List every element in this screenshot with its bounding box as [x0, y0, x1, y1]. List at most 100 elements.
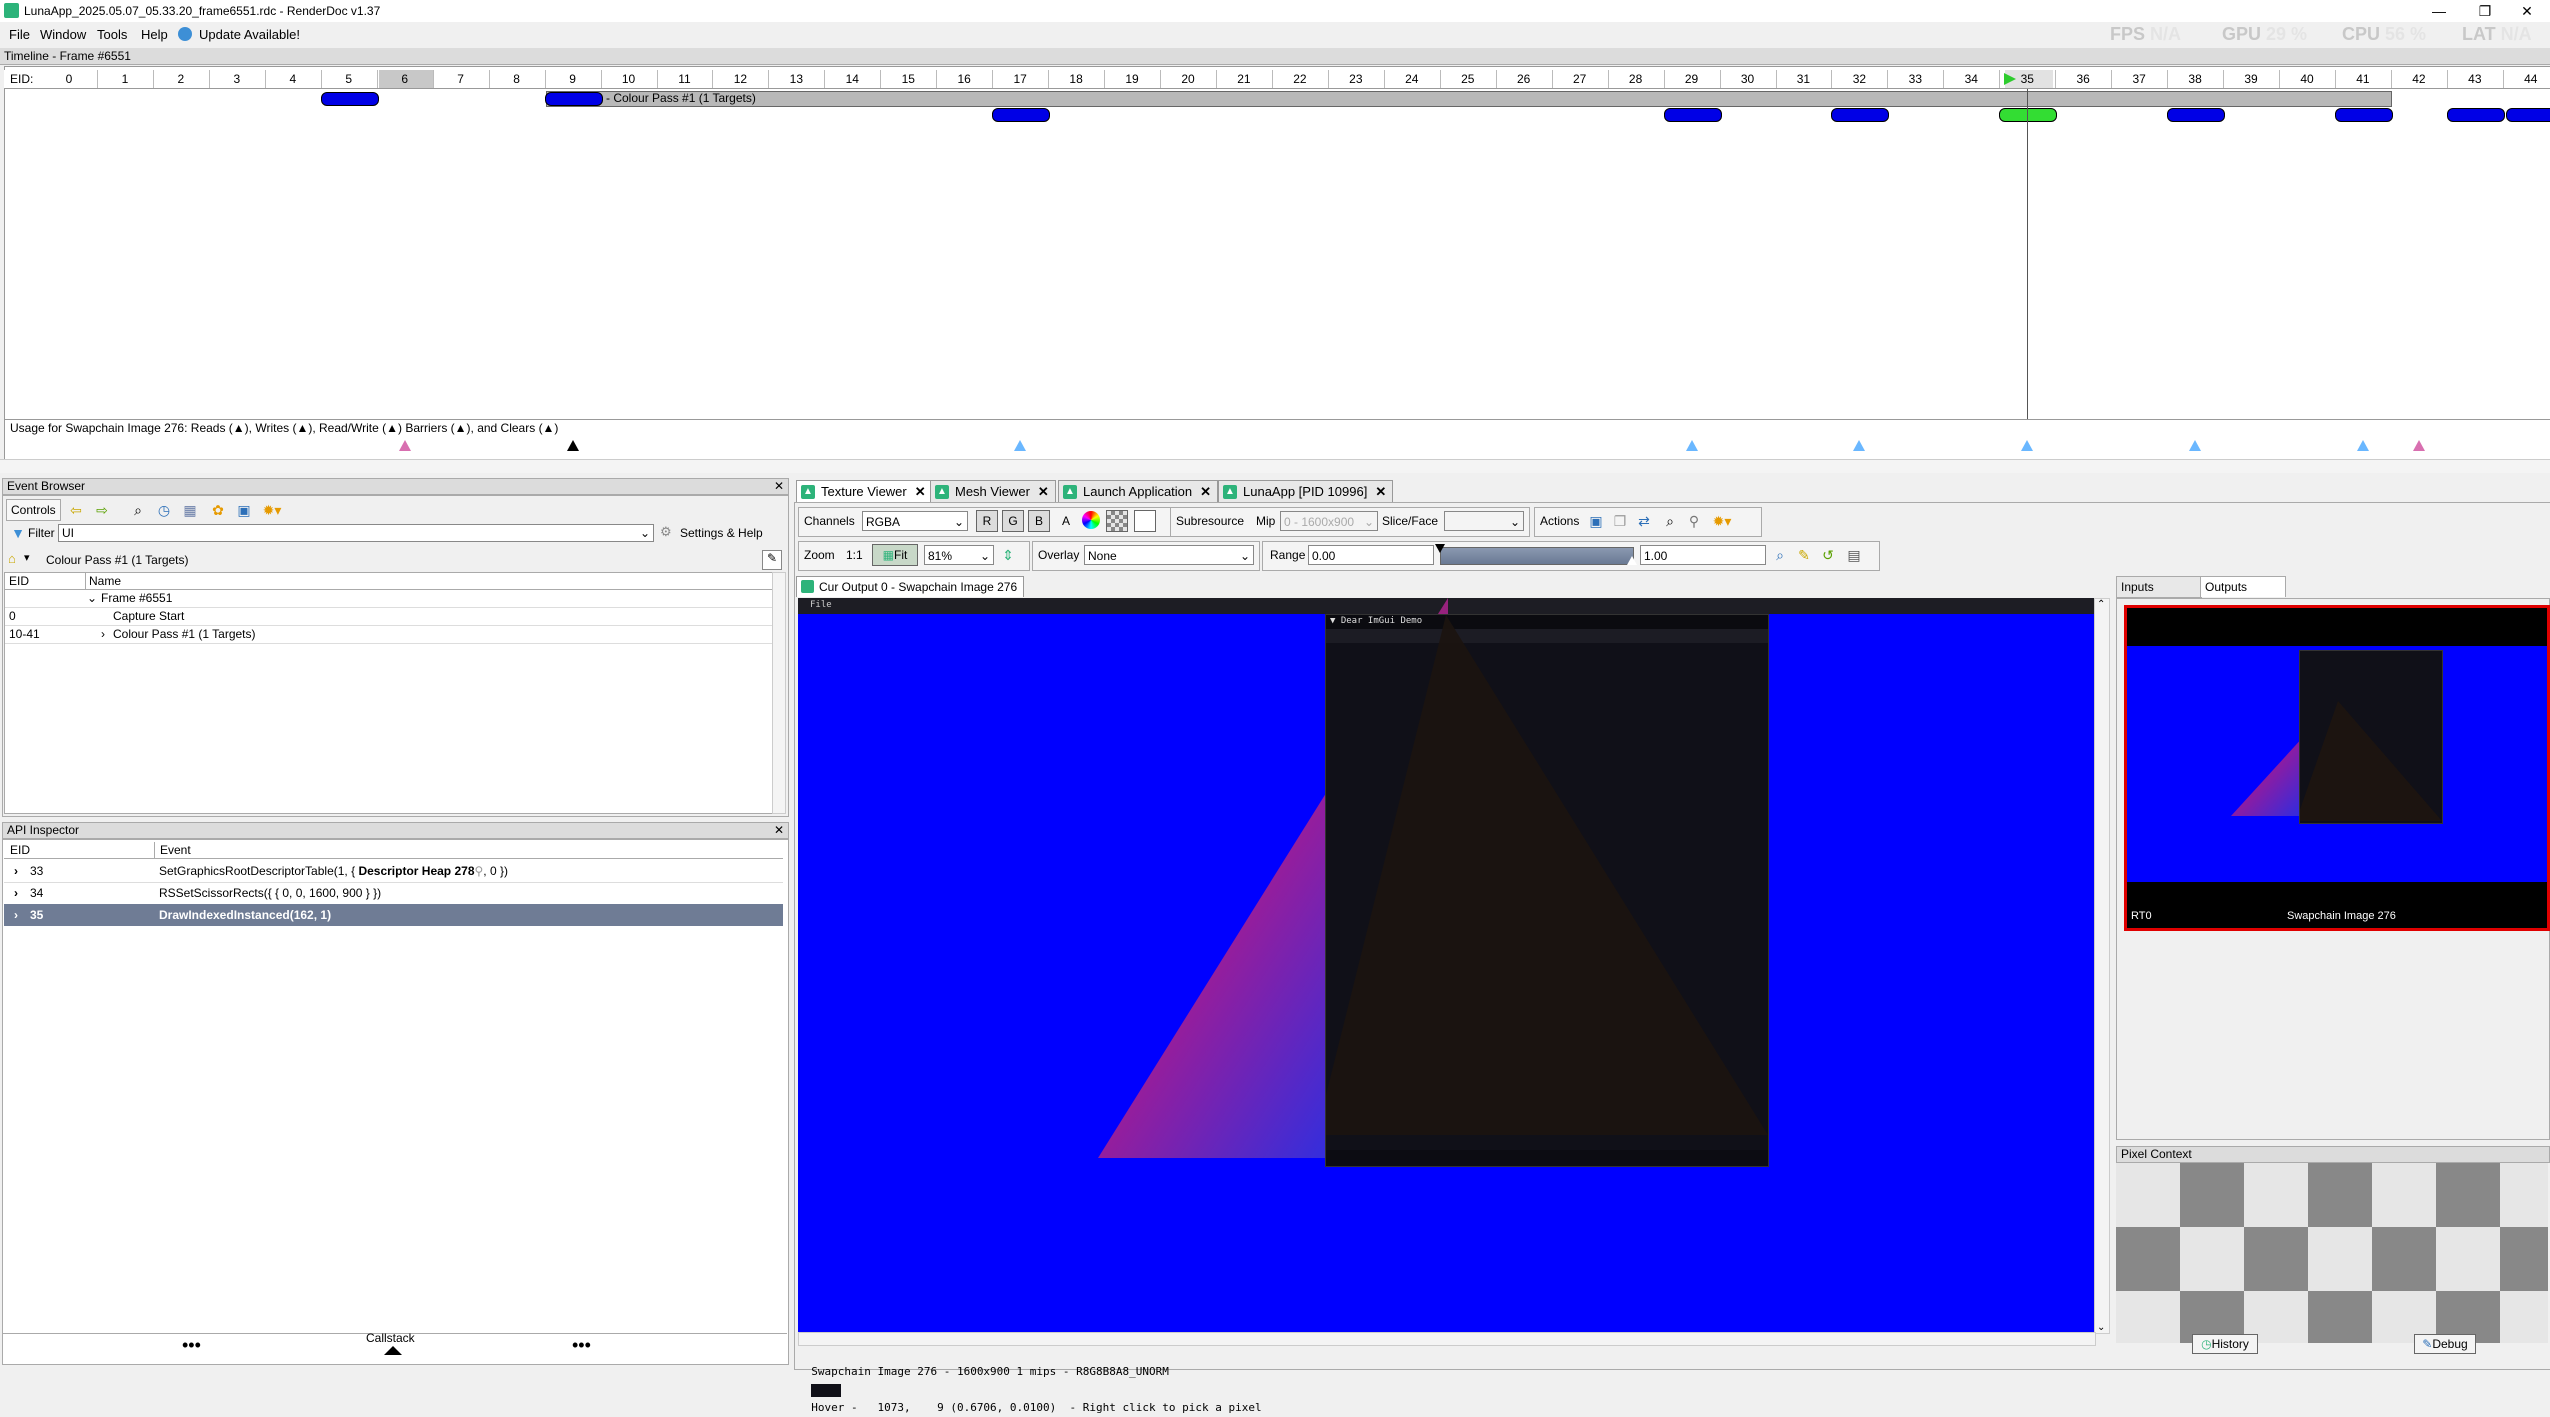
usage-marker-icon[interactable] [398, 440, 411, 451]
api-row-35-selected[interactable]: › 35 DrawIndexedInstanced(162, 1) [4, 904, 783, 926]
usage-marker-icon[interactable] [2356, 440, 2369, 451]
output-tab[interactable]: Cur Output 0 - Swapchain Image 276 [796, 576, 1025, 597]
canvas-v-scrollbar[interactable]: ⌃ ⌄ [2094, 598, 2110, 1334]
breadcrumb-chevron-icon[interactable]: ▾ [24, 551, 30, 564]
zoom-range-icon[interactable]: ⌕ [1770, 545, 1790, 565]
range-max-input[interactable]: 1.00 [1640, 545, 1766, 565]
channel-b-toggle[interactable]: B [1028, 510, 1050, 532]
callstack-label[interactable]: Callstack [366, 1331, 415, 1345]
usage-marker-icon[interactable] [2189, 440, 2202, 451]
canvas-h-scrollbar[interactable] [798, 1332, 2096, 1346]
fit-button[interactable]: ▦Fit [872, 544, 918, 566]
expand-chevron-icon[interactable]: ⌄ [87, 589, 97, 607]
scroll-up-icon[interactable]: ⌃ [2097, 599, 2105, 610]
range-min-handle-icon[interactable] [1435, 544, 1445, 553]
tab-close-icon[interactable]: ✕ [1375, 484, 1386, 499]
overlay-select[interactable]: None ⌄ [1084, 545, 1254, 565]
home-icon[interactable]: ⌂ [8, 551, 16, 566]
expand-chevron-icon[interactable]: › [14, 904, 18, 926]
goto-location-icon[interactable]: ⌕ [1660, 511, 1680, 531]
api-row-34[interactable]: › 34 RSSetScissorRects({ { 0, 0, 1600, 9… [4, 882, 783, 905]
timeline-event-marker[interactable] [544, 92, 603, 106]
breadcrumb[interactable]: Colour Pass #1 (1 Targets) [46, 553, 189, 567]
api-row-33[interactable]: › 33 SetGraphicsRootDescriptorTable(1, {… [4, 860, 783, 883]
channel-g-toggle[interactable]: G [1002, 510, 1024, 532]
reset-range-icon[interactable]: ↺ [1818, 545, 1838, 565]
usage-marker-icon[interactable] [1853, 440, 1866, 451]
range-max-handle-icon[interactable] [1627, 556, 1637, 565]
background-color-toggle[interactable] [1134, 510, 1156, 532]
save-icon[interactable]: ▣ [234, 500, 254, 520]
timing-icon[interactable]: ◷ [154, 500, 174, 520]
flip-y-icon[interactable]: ⇕ [998, 545, 1018, 565]
event-row-capture-start[interactable]: 0 Capture Start [5, 607, 772, 626]
texture-canvas[interactable]: File ▼ Dear ImGui Demo [798, 598, 2094, 1332]
channel-r-toggle[interactable]: R [976, 510, 998, 532]
minimize-button[interactable]: — [2416, 0, 2462, 22]
timeline-event-marker[interactable] [320, 92, 379, 106]
timeline-event-marker[interactable] [992, 108, 1051, 122]
histogram-icon[interactable]: ▤ [1844, 545, 1864, 565]
usage-marker-icon[interactable] [2412, 440, 2425, 451]
descriptor-heap-link[interactable]: Descriptor Heap 278 [358, 864, 474, 878]
update-available-link[interactable]: Update Available! [199, 27, 300, 42]
next-event-icon[interactable]: ⇨ [92, 500, 112, 520]
usage-marker-icon[interactable] [2021, 440, 2034, 451]
actions-dropdown-icon[interactable]: ✹▾ [1712, 511, 1732, 531]
prev-event-icon[interactable]: ⇦ [66, 500, 86, 520]
debug-button[interactable]: ✎Debug [2414, 1334, 2476, 1354]
bookmark-edit-icon[interactable]: ✎ [762, 550, 782, 570]
event-browser-close-icon[interactable]: ✕ [774, 479, 784, 494]
scroll-down-icon[interactable]: ⌄ [2097, 1322, 2105, 1333]
checkerboard-toggle-icon[interactable] [1106, 510, 1128, 532]
range-slider[interactable] [1440, 547, 1634, 565]
zoom-one-to-one-button[interactable]: 1:1 [846, 548, 863, 562]
api-col-eid[interactable]: EID [10, 842, 30, 858]
menu-window[interactable]: Window [40, 27, 86, 42]
view-texture-as-buffer-icon[interactable]: ⇄ [1634, 511, 1654, 531]
history-button[interactable]: ◷History [2192, 1334, 2258, 1354]
timeline-scrollbar[interactable] [0, 459, 2550, 473]
tab-close-icon[interactable]: ✕ [915, 484, 926, 499]
mip-select[interactable]: 0 - 1600x900 ⌄ [1280, 511, 1378, 531]
event-tree-col-name[interactable]: Name [89, 573, 121, 589]
channel-a-toggle[interactable]: A [1062, 514, 1070, 528]
settings-gear-icon[interactable]: ⚙ [660, 524, 672, 540]
filter-input[interactable]: UI ⌄ [58, 524, 654, 542]
menu-tools[interactable]: Tools [97, 27, 127, 42]
bookmark-icon[interactable]: ▦ [180, 500, 200, 520]
maximize-button[interactable]: ❐ [2462, 0, 2508, 22]
slice-face-select[interactable]: ⌄ [1444, 511, 1524, 531]
range-min-input[interactable]: 0.00 [1308, 545, 1434, 565]
pixel-context-view[interactable] [2116, 1163, 2548, 1343]
timeline-event-marker[interactable] [2334, 108, 2393, 122]
close-button[interactable]: ✕ [2504, 0, 2550, 22]
expand-chevron-icon[interactable]: › [14, 882, 18, 904]
api-col-event[interactable]: Event [160, 842, 191, 858]
usage-marker-icon[interactable] [566, 440, 579, 451]
api-inspector-close-icon[interactable]: ✕ [774, 823, 784, 838]
save-texture-icon[interactable]: ▣ [1586, 511, 1606, 531]
zoom-select[interactable]: 81% ⌄ [924, 545, 994, 565]
event-tree-col-eid[interactable]: EID [9, 573, 29, 589]
expand-chevron-icon[interactable]: › [101, 625, 105, 643]
tab-close-icon[interactable]: ✕ [1038, 484, 1049, 499]
colorize-icon[interactable]: ✿ [208, 500, 228, 520]
settings-dropdown-icon[interactable]: ✹▾ [262, 500, 282, 520]
timeline-event-marker[interactable] [1831, 108, 1890, 122]
pixel-history-icon[interactable]: ⚲ [1684, 511, 1704, 531]
expand-chevron-icon[interactable]: › [14, 860, 18, 882]
timeline-event-marker[interactable] [1663, 108, 1722, 122]
filter-dropdown-icon[interactable]: ⌄ [640, 525, 650, 541]
timeline-event-marker[interactable] [2505, 108, 2550, 122]
tab-inputs[interactable]: Inputs [2116, 576, 2202, 598]
menu-help[interactable]: Help [141, 27, 168, 42]
usage-marker-icon[interactable] [1014, 440, 1027, 451]
event-row-frame[interactable]: ⌄ Frame #6551 [5, 589, 772, 608]
channels-select[interactable]: RGBA ⌄ [862, 511, 968, 531]
auto-fit-icon[interactable]: ✎ [1794, 545, 1814, 565]
event-tree-scrollbar[interactable] [772, 572, 786, 814]
splitter-right-dots-icon[interactable]: ••• [572, 1336, 591, 1354]
tab-outputs[interactable]: Outputs [2200, 576, 2286, 597]
tab-close-icon[interactable]: ✕ [1200, 484, 1211, 499]
